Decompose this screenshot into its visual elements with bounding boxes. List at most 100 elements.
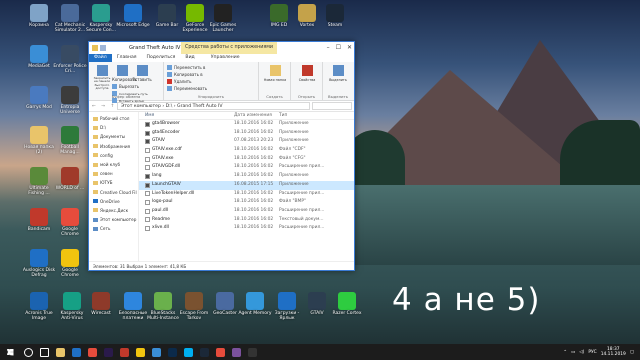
file-row[interactable]: lang 18.10.2016 16:02 Приложение [139,172,354,181]
desktop-shortcut[interactable]: Ultimate Fishing ... [22,167,56,196]
volume-icon[interactable]: ◁) [579,350,584,355]
rename-button[interactable]: Переименовать [167,85,211,92]
desktop-shortcut[interactable]: Bandicam [22,208,56,232]
move-to-button[interactable]: Переместить в [167,64,212,71]
desktop-shortcut[interactable]: Garrys Mod [22,86,56,110]
file-row[interactable]: paul.dll 18.10.2016 16:02 Расширение прил.… [139,207,354,216]
context-tab-label[interactable]: Средства работы с приложениями [181,42,277,54]
taskbar-premiere-button[interactable] [100,344,116,360]
tray-chevron-icon[interactable]: ⌃ [563,350,567,355]
file-row[interactable]: Readme 18.10.2016 16:02 Текстовый докум... [139,216,354,225]
nav-item[interactable]: севен [89,169,138,178]
taskbar-bandicam-button[interactable] [116,344,132,360]
window-titlebar[interactable]: Grand Theft Auto IV Средства работы с пр… [89,42,354,54]
folder-icon[interactable] [92,45,98,51]
file-row[interactable]: gta4Encoder 18.10.2016 16:02 Приложение [139,129,354,138]
close-icon[interactable]: ✕ [347,42,352,54]
ribbon-tabs[interactable]: Файл Главная Поделиться Вид Управление [89,54,354,62]
minimize-icon[interactable]: – [327,42,330,54]
file-row[interactable]: GTAIVGDF.dll 18.10.2016 16:02 Расширение п… [139,163,354,172]
desktop-shortcut[interactable]: Google Chrome [53,208,87,237]
notifications-icon[interactable]: ▢ [630,350,634,355]
taskbar-search-button[interactable] [20,344,36,360]
desktop-shortcut[interactable]: Auslogics Disk Defrag [22,249,56,278]
column-name[interactable]: Имя [139,112,234,119]
file-row[interactable]: GTAIV.exe.cdf 18.10.2016 16:02 Файл "CDF" [139,146,354,155]
desktop-shortcut[interactable]: Cat Mechanic Simulator 2... [53,4,87,33]
properties-button[interactable]: Свойства [294,64,320,82]
desktop-shortcut[interactable]: Football Manag... [53,126,87,155]
nav-item[interactable]: config [89,151,138,160]
desktop-shortcut[interactable]: Escape From Tarkov [177,292,211,321]
desktop-shortcut[interactable]: Entropia Universe [53,86,87,115]
nav-item[interactable]: Изображения [89,142,138,151]
copy-to-button[interactable]: Копировать в [167,71,212,78]
nav-item[interactable]: Этот компьютер [89,215,138,224]
desktop-shortcut[interactable]: WORLD of ... [53,167,87,191]
nav-item[interactable]: Сеть [89,224,138,233]
desktop-shortcut[interactable]: GeoCaster [208,292,242,316]
tab-manage[interactable]: Управление [206,54,245,62]
desktop-shortcut[interactable]: Корзина [22,4,56,28]
desktop-shortcut[interactable]: Kaspersky Secure Con... [84,4,118,33]
file-row[interactable]: gta4Browser 18.10.2016 16:02 Приложение [139,120,354,129]
language-indicator[interactable]: РУС [588,350,596,355]
desktop-shortcut[interactable]: Загрузки - Ярлык [270,292,304,321]
tab-share[interactable]: Поделиться [142,54,181,62]
taskbar-explorer-button[interactable] [52,344,68,360]
desktop-shortcut[interactable]: Agent Memory [238,292,272,316]
taskbar-steam-button[interactable] [196,344,212,360]
desktop-shortcut[interactable]: Microsoft Edge [116,4,150,28]
desktop-shortcut[interactable]: GTAIV [300,292,334,316]
delete-button[interactable]: Удалить [167,78,211,85]
nav-item[interactable]: OneDrive [89,197,138,206]
taskbar-obs-button[interactable] [244,344,260,360]
cut-button[interactable]: Вырезать [112,83,148,90]
nav-item[interactable]: Creative Cloud Fil [89,188,138,197]
paste-button[interactable]: Вставить [132,64,152,82]
taskbar-skype-button[interactable] [180,344,196,360]
taskbar-opera-button[interactable] [212,344,228,360]
desktop-shortcut[interactable]: Acronis True Image [22,292,56,321]
desktop-shortcut[interactable]: Новая папка (2) [22,126,56,155]
window-controls[interactable]: – ☐ ✕ [327,42,352,54]
taskbar-viber-button[interactable] [228,344,244,360]
nav-item[interactable]: ЮТУБ [89,178,138,187]
nav-item[interactable]: Яндекс.Диск [89,206,138,215]
column-type[interactable]: Тип [279,112,324,119]
tab-home[interactable]: Главная [112,54,142,62]
desktop-shortcut[interactable]: Enforcer Police Cri... [53,45,87,74]
desktop-shortcut[interactable]: BlueStacks Multi-Instance [146,292,180,321]
desktop-shortcut[interactable]: MediaGet [22,45,56,69]
desktop-shortcut[interactable]: Steam [318,4,352,28]
desktop-shortcut[interactable]: Wirecast [84,292,118,316]
taskbar-store-button[interactable] [68,344,84,360]
nav-arrows[interactable]: ← → ↑ [89,104,117,109]
pin-button[interactable]: Закрепить на панели быстрого доступа [92,64,112,91]
file-row[interactable]: LaunchGTAIV 16.08.2015 17:15 Приложение [139,180,354,190]
tab-file[interactable]: Файл [89,54,112,62]
file-row[interactable]: LiveTokenHelper.dll 18.10.2016 16:02 Расши… [139,190,354,199]
taskbar-mail-button[interactable] [148,344,164,360]
maximize-icon[interactable]: ☐ [336,42,341,54]
desktop-shortcut[interactable]: Безопасные платежи [116,292,150,321]
file-row[interactable]: xlive.dll 18.10.2016 16:02 Расширение прил… [139,224,354,233]
clock[interactable]: 18:37 14.11.2019 [601,347,626,357]
nav-item[interactable]: Документы [89,132,138,141]
quick-access-toolbar[interactable] [92,45,106,51]
taskbar-yandex-button[interactable] [84,344,100,360]
properties-icon[interactable] [100,45,106,51]
taskbar-chrome-button[interactable] [132,344,148,360]
taskbar-photoshop-button[interactable] [164,344,180,360]
file-explorer-window[interactable]: Grand Theft Auto IV Средства работы с пр… [88,41,355,271]
start-button[interactable] [0,344,20,360]
nav-item[interactable]: мой клуб [89,160,138,169]
file-row[interactable]: GTAIV.exe 18.10.2016 16:02 Файл "CFG" [139,155,354,164]
column-date[interactable]: Дата изменения [234,112,279,119]
tab-view[interactable]: Вид [180,54,199,62]
copy-button[interactable]: Копировать [112,64,137,82]
taskbar-task-view-button[interactable] [36,344,52,360]
network-icon[interactable]: ▭ [571,350,575,355]
nav-item[interactable]: D:\ [89,123,138,132]
file-row[interactable]: logo-paul 18.10.2016 16:02 Файл "BMP" [139,198,354,207]
